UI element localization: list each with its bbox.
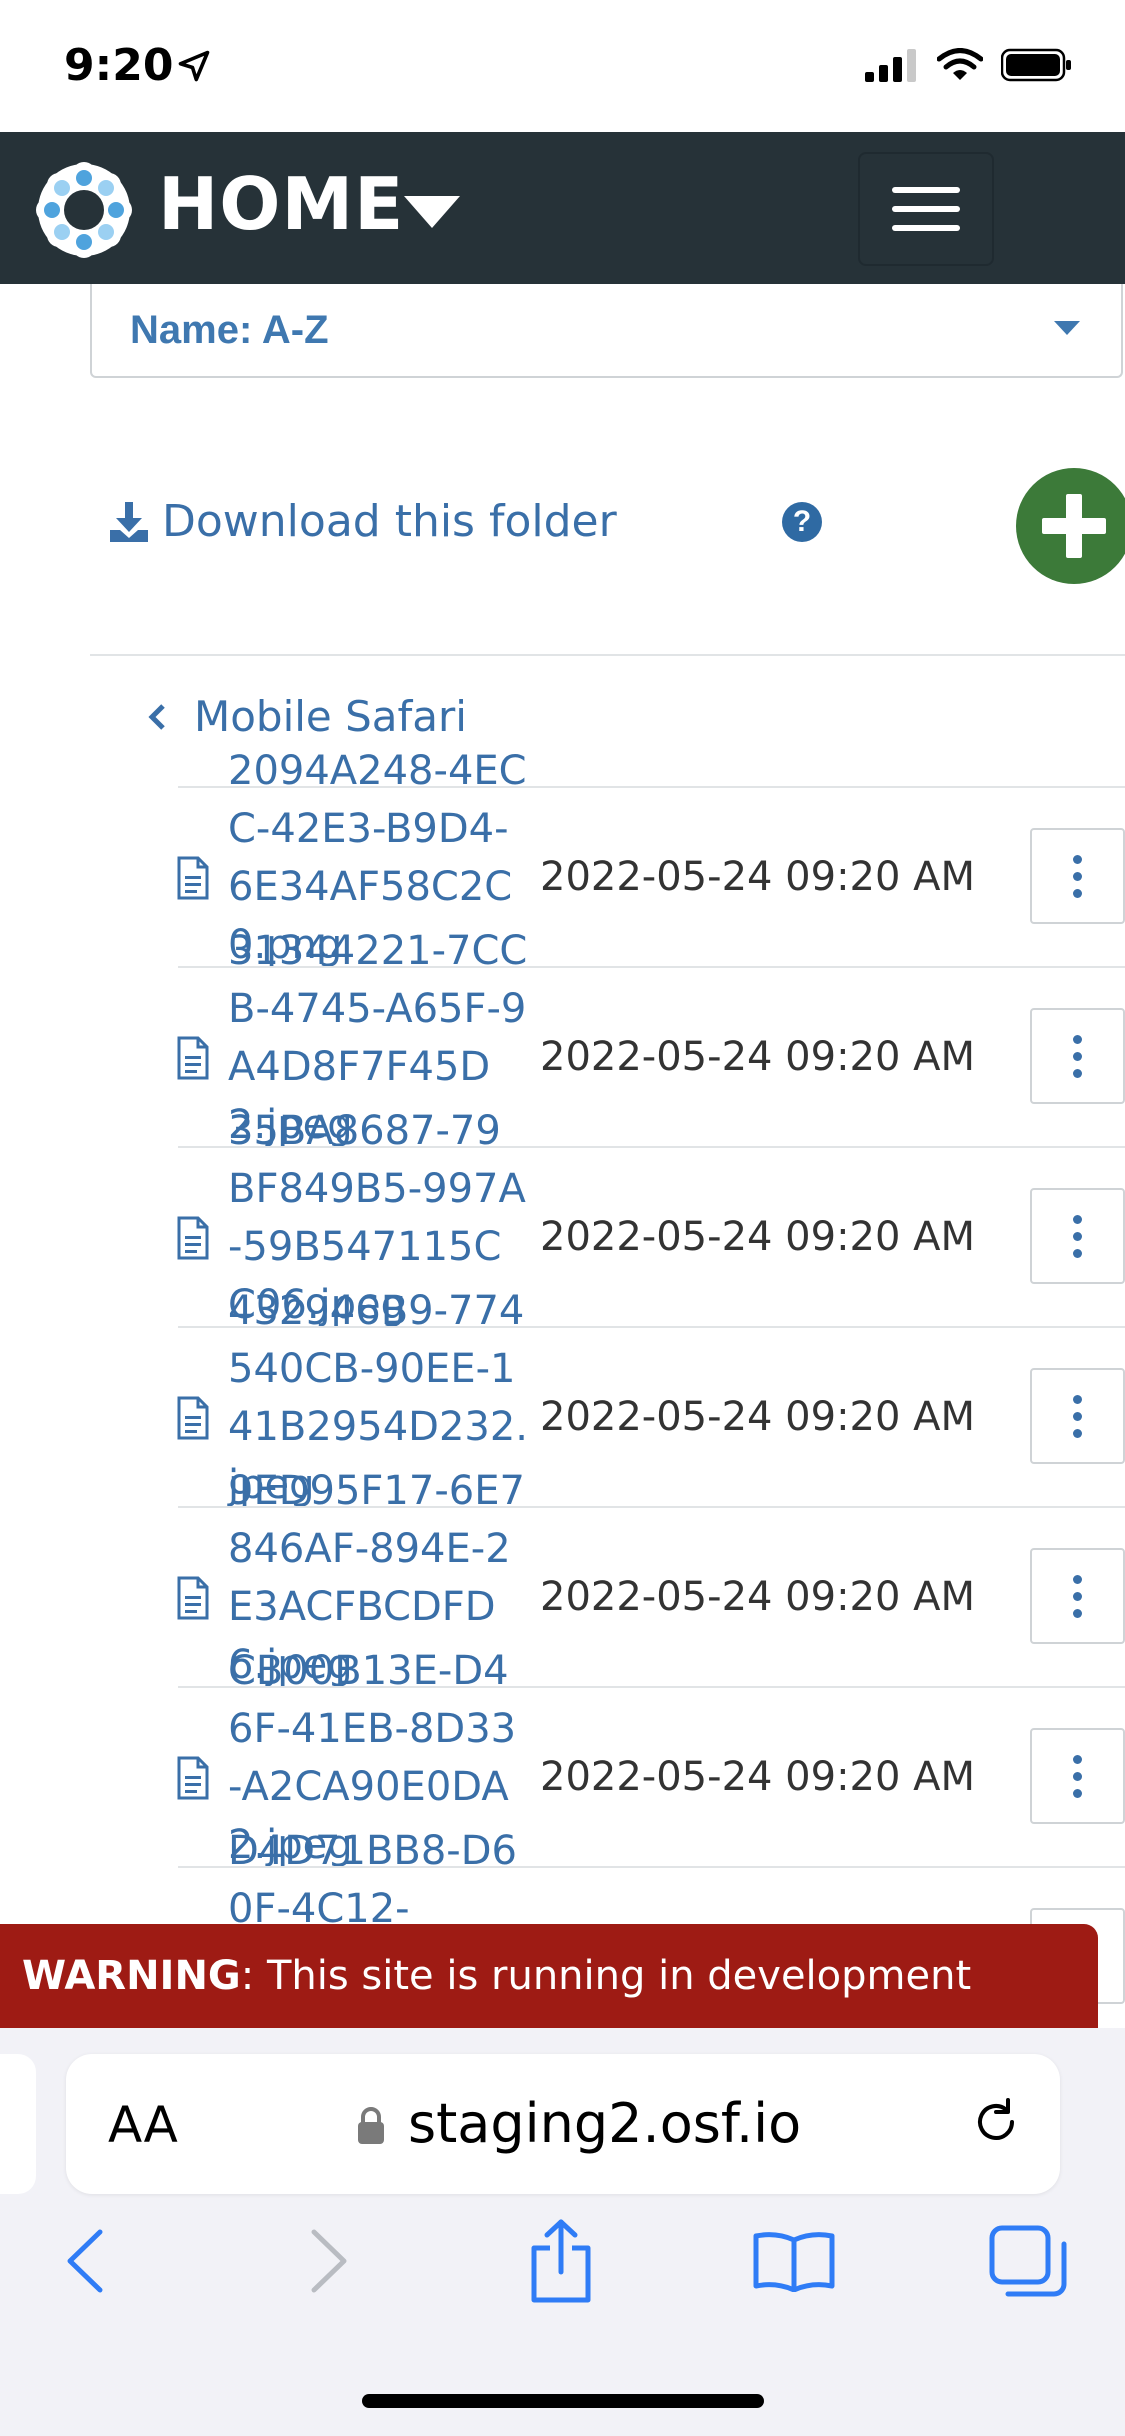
file-options-button[interactable] <box>1030 1548 1125 1644</box>
safari-toolbar: AA staging2.osf.io <box>0 2028 1125 2436</box>
nav-home-title[interactable]: HOME <box>158 162 404 246</box>
forward-arrow-icon[interactable] <box>306 2228 352 2294</box>
sort-selected-value: Name: A-Z <box>130 308 329 352</box>
kebab-dot <box>1073 1068 1082 1078</box>
status-indicators <box>865 48 1073 82</box>
file-date: 2022-05-24 09:20 AM <box>540 1214 976 1260</box>
download-icon <box>110 501 148 542</box>
kebab-dot <box>1073 1394 1082 1404</box>
kebab-dot <box>1073 1788 1082 1798</box>
kebab-dot <box>1073 1231 1082 1241</box>
file-options-button[interactable] <box>1030 1188 1125 1284</box>
file-date: 2022-05-24 09:20 AM <box>540 1394 976 1440</box>
help-icon[interactable]: ? <box>782 502 822 542</box>
osf-logo-icon[interactable] <box>30 156 138 264</box>
bookmarks-icon[interactable] <box>752 2230 836 2292</box>
file-icon <box>177 1216 209 1260</box>
divider <box>90 654 1125 656</box>
kebab-dot <box>1073 1574 1082 1584</box>
sort-dropdown[interactable]: Name: A-Z <box>90 284 1123 378</box>
previous-tab-peek[interactable] <box>0 2054 36 2194</box>
status-bar: 9:20 <box>0 0 1125 132</box>
share-icon[interactable] <box>526 2218 596 2304</box>
wifi-icon <box>937 48 983 80</box>
tabs-icon[interactable] <box>988 2224 1068 2300</box>
file-name-link[interactable]: D4D71BB8-D60F-4C12- <box>228 1822 528 1938</box>
navbar: HOME <box>0 132 1125 284</box>
file-icon <box>177 856 209 900</box>
kebab-dot <box>1073 1771 1082 1781</box>
hamburger-line <box>892 187 960 193</box>
hamburger-line <box>892 206 960 212</box>
kebab-dot <box>1073 871 1082 881</box>
lock-icon <box>358 2107 384 2144</box>
caret-down-icon <box>1054 321 1080 335</box>
battery-icon <box>1001 48 1071 82</box>
menu-toggle-button[interactable] <box>858 152 994 266</box>
file-date: 2022-05-24 09:20 AM <box>540 1754 976 1800</box>
file-date: 2022-05-24 09:20 AM <box>540 854 976 900</box>
kebab-dot <box>1073 1608 1082 1618</box>
kebab-dot <box>1073 1428 1082 1438</box>
file-icon <box>177 1576 209 1620</box>
file-icon <box>177 1756 209 1800</box>
kebab-dot <box>1073 1248 1082 1258</box>
download-folder-label: Download this folder <box>162 496 617 547</box>
cellular-signal-icon <box>865 49 916 82</box>
location-arrow-icon <box>178 50 210 82</box>
chevron-down-icon[interactable] <box>402 194 462 230</box>
file-icon <box>177 1396 209 1440</box>
breadcrumb-back-label: Mobile Safari <box>194 692 467 741</box>
kebab-dot <box>1073 854 1082 864</box>
reload-icon[interactable] <box>968 2094 1024 2150</box>
file-date: 2022-05-24 09:20 AM <box>540 1574 976 1620</box>
file-options-button[interactable] <box>1030 1008 1125 1104</box>
kebab-dot <box>1073 1754 1082 1764</box>
status-time: 9:20 <box>64 40 174 91</box>
kebab-dot <box>1073 1591 1082 1601</box>
kebab-dot <box>1073 1051 1082 1061</box>
kebab-dot <box>1073 1034 1082 1044</box>
home-indicator[interactable] <box>362 2394 764 2408</box>
file-icon <box>177 1036 209 1080</box>
address-bar[interactable]: AA staging2.osf.io <box>66 2054 1060 2194</box>
reader-options-button[interactable]: AA <box>108 2096 178 2154</box>
warning-label: WARNING <box>22 1953 241 1999</box>
kebab-dot <box>1073 1214 1082 1224</box>
kebab-dot <box>1073 888 1082 898</box>
download-folder-link[interactable]: Download this folder <box>108 496 617 547</box>
kebab-dot <box>1073 1411 1082 1421</box>
back-arrow-icon[interactable] <box>62 2228 108 2294</box>
breadcrumb[interactable]: Mobile Safari <box>148 692 467 741</box>
dev-mode-warning-banner: WARNING: This site is running in develop… <box>0 1924 1098 2103</box>
file-options-button[interactable] <box>1030 828 1125 924</box>
file-date: 2022-05-24 09:20 AM <box>540 1034 976 1080</box>
file-options-button[interactable] <box>1030 1728 1125 1824</box>
file-options-button[interactable] <box>1030 1368 1125 1464</box>
url-text: staging2.osf.io <box>408 2092 802 2155</box>
chevron-left-icon <box>148 703 165 730</box>
add-button[interactable] <box>1016 468 1125 584</box>
hamburger-line <box>892 225 960 231</box>
